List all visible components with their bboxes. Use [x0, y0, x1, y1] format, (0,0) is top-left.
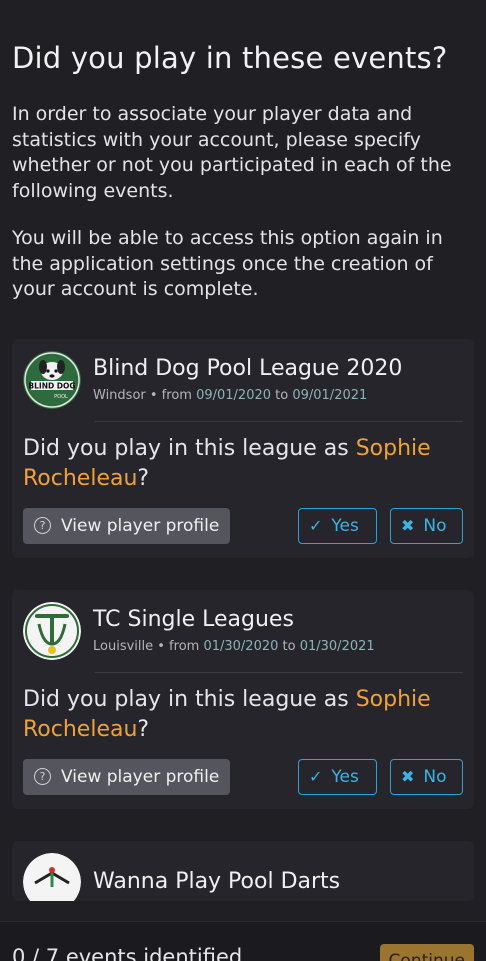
view-player-profile-button[interactable]: ? View player profile [23, 507, 231, 544]
league-name: Blind Dog Pool League 2020 [93, 356, 403, 381]
yes-button[interactable]: ✓ Yes [298, 507, 377, 544]
yes-label: Yes [331, 515, 359, 536]
close-icon: ✖ [401, 516, 415, 535]
check-icon: ✓ [309, 516, 323, 535]
yes-label: Yes [331, 766, 359, 787]
end-date: 09/01/2021 [292, 388, 368, 403]
yes-button[interactable]: ✓ Yes [298, 758, 377, 795]
league-city: Louisville [93, 639, 154, 654]
to-label: to [271, 388, 293, 403]
view-player-profile-button[interactable]: ? View player profile [23, 758, 231, 795]
question-suffix: ? [137, 716, 150, 742]
logo-text: BLIND DOG [28, 381, 75, 390]
league-name: Wanna Play Pool Darts [93, 869, 341, 894]
from-label: • from [153, 639, 204, 654]
event-card: Wanna Play Pool Darts [12, 840, 474, 901]
page-title: Did you play in these events? [12, 41, 448, 75]
league-meta: Louisville • from 01/30/2020 to 01/30/20… [93, 639, 375, 654]
league-name: TC Single Leagues [93, 607, 294, 632]
blind-dog-logo-icon: BLIND DOG POOL [23, 350, 81, 409]
divider [95, 420, 463, 422]
league-city: Windsor [93, 388, 146, 403]
event-actions: ? View player profile ✓ Yes ✖ No [23, 507, 463, 544]
events-identified-count: 0 / 7 events identified [12, 945, 243, 961]
intro-text: In order to associate your player data a… [12, 103, 452, 202]
help-circle-icon: ? [34, 517, 51, 534]
close-icon: ✖ [401, 767, 415, 786]
question-prefix: Did you play in this league as [23, 686, 356, 712]
continue-button[interactable]: Continue [379, 944, 474, 961]
check-icon: ✓ [309, 767, 323, 786]
logo-subtext: POOL [54, 394, 68, 400]
start-date: 09/01/2020 [196, 388, 272, 403]
end-date: 01/30/2021 [299, 639, 375, 654]
event-card: TC Single Leagues Louisville • from 01/3… [12, 589, 474, 809]
event-actions: ? View player profile ✓ Yes ✖ No [23, 758, 463, 795]
darts-league-logo-icon [23, 852, 81, 901]
start-date: 01/30/2020 [203, 639, 279, 654]
event-header: TC Single Leagues Louisville • from 01/3… [23, 601, 463, 660]
question-suffix: ? [137, 465, 150, 491]
event-info: Blind Dog Pool League 2020 Windsor • fro… [93, 356, 402, 403]
no-label: No [423, 515, 447, 536]
event-info: TC Single Leagues Louisville • from 01/3… [93, 607, 375, 654]
to-label: to [278, 639, 300, 654]
help-circle-icon: ? [34, 768, 51, 785]
no-button[interactable]: ✖ No [390, 507, 463, 544]
no-button[interactable]: ✖ No [390, 758, 463, 795]
event-card: BLIND DOG POOL Blind Dog Pool League 202… [12, 338, 474, 558]
participation-question: Did you play in this league as Sophie Ro… [23, 685, 463, 745]
tc-league-logo-icon [23, 601, 81, 660]
view-profile-label: View player profile [61, 515, 220, 536]
participation-question: Did you play in this league as Sophie Ro… [23, 434, 463, 494]
event-header: BLIND DOG POOL Blind Dog Pool League 202… [23, 350, 463, 409]
event-header: Wanna Play Pool Darts [23, 852, 463, 901]
divider [95, 671, 463, 673]
footer-bar: 0 / 7 events identified Continue [0, 921, 486, 961]
view-profile-label: View player profile [61, 766, 220, 787]
league-meta: Windsor • from 09/01/2020 to 09/01/2021 [93, 388, 402, 403]
event-info: Wanna Play Pool Darts [93, 869, 340, 894]
settings-note: You will be able to access this option a… [12, 227, 443, 300]
from-label: • from [145, 388, 197, 403]
no-label: No [423, 766, 447, 787]
page: Did you play in these events? In order t… [0, 41, 486, 901]
question-prefix: Did you play in this league as [23, 435, 356, 461]
